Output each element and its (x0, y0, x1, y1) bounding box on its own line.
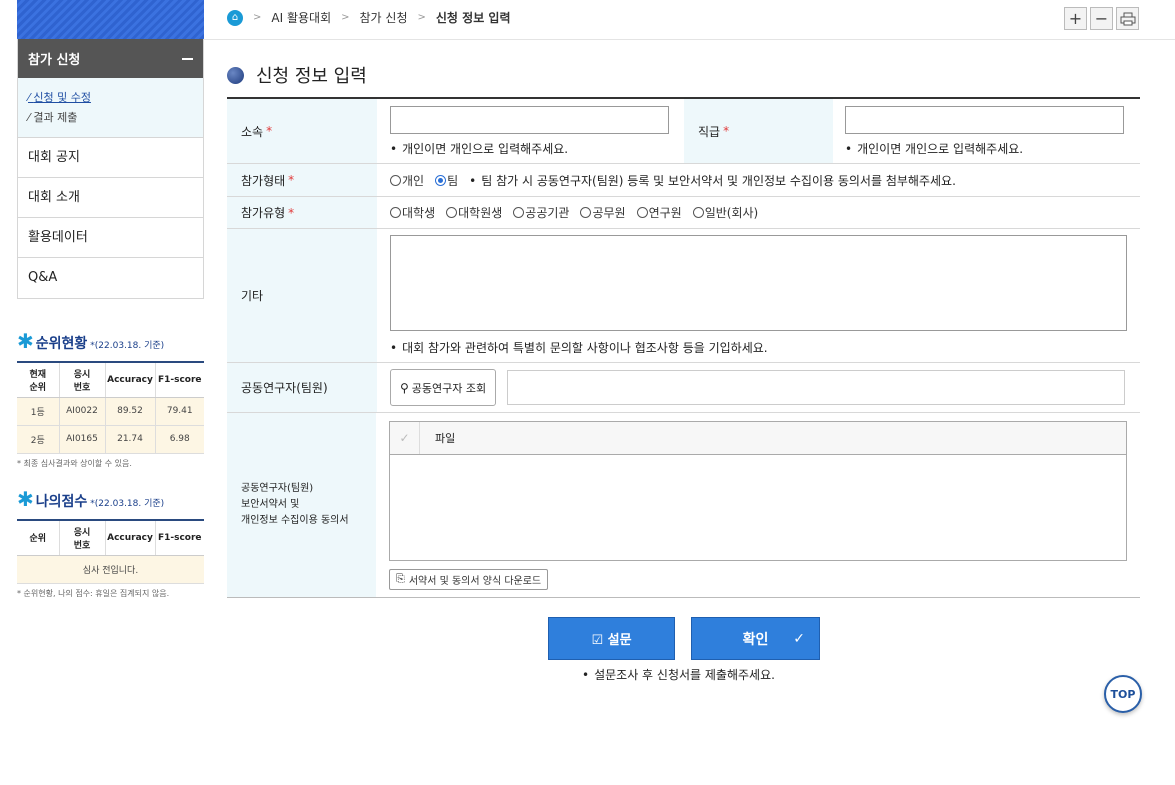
file-drop-area[interactable] (390, 455, 1126, 560)
label-consent: 공동연구자(팀원) 보안서약서 및 개인정보 수집이용 동의서 (227, 413, 376, 597)
sidebar-item-data[interactable]: 활용데이터 (18, 218, 203, 258)
sidebar-submenu: ⁄ 신청 및 수정 ⁄ 결과 제출 (18, 78, 203, 138)
radio-general[interactable]: 일반(회사) (692, 204, 758, 221)
asterisk-icon: ✱ (17, 329, 34, 353)
asterisk-icon: ✱ (17, 487, 34, 511)
myscore-table: 순위 응시 번호 Accuracy F1-score 심사 전입니다. (17, 519, 204, 584)
col-number: 응시 번호 (58, 519, 105, 556)
breadcrumb-current: 신청 정보 입력 (435, 11, 511, 25)
sidebar-item-qna[interactable]: Q&A (18, 258, 203, 298)
myscore-title: ✱ 나의점수 *(22.03.18. 기준) (17, 487, 165, 511)
label-coresearcher: 공동연구자(팀원) (227, 363, 377, 412)
label-etc: 기타 (227, 229, 377, 362)
row-category: 참가유형 * 대학생 대학원생 공공기관 공무원 연구원 일반(회사) (227, 197, 1140, 229)
row-consent: 공동연구자(팀원) 보안서약서 및 개인정보 수집이용 동의서 ✓ 파일 ⎘ 서… (227, 413, 1140, 598)
col-rank: 현재 순위 (17, 361, 59, 398)
col-rank: 순위 (17, 519, 59, 556)
print-icon (1120, 12, 1135, 25)
affiliation-input[interactable] (390, 105, 669, 134)
position-hint: 개인이면 개인으로 입력해주세요. (845, 140, 1023, 157)
affiliation-hint: 개인이면 개인으로 입력해주세요. (390, 140, 568, 157)
participation-hint: 팀 참가 시 공동연구자(팀원) 등록 및 보안서약서 및 개인정보 수집이용 … (469, 172, 956, 189)
document-icon: ⎘ (396, 572, 405, 585)
submit-hint: 설문조사 후 신청서를 제출해주세요. (582, 666, 775, 683)
ranking-title: ✱ 순위현황 *(22.03.18. 기준) (17, 329, 165, 353)
etc-textarea[interactable] (390, 235, 1127, 331)
table-row: 1등 AI0022 89.52 79.41 (17, 397, 204, 426)
file-column-header: 파일 (435, 431, 456, 445)
label-participation-type: 참가형태 * (227, 164, 377, 196)
table-row: 2등 AI0165 21.74 6.98 (17, 425, 204, 454)
file-list[interactable]: ✓ 파일 (389, 420, 1127, 561)
application-form: 소속* 개인이면 개인으로 입력해주세요. 직급* 개인이면 개인으로 입력해주… (227, 97, 1140, 598)
col-accuracy: Accuracy (104, 361, 155, 398)
zoom-out-button[interactable]: − (1090, 7, 1113, 30)
breadcrumb-item[interactable]: AI 활용대회 (271, 9, 331, 26)
radio-public-org[interactable]: 공공기관 (513, 204, 569, 221)
label-affiliation: 소속 * (227, 99, 377, 163)
radio-civil-servant[interactable]: 공무원 (580, 204, 626, 221)
home-icon[interactable]: ⌂ (227, 9, 243, 26)
myscore-note: * 순위현황, 나의 점수: 휴일은 집계되지 않음. (17, 589, 170, 598)
radio-researcher[interactable]: 연구원 (636, 204, 682, 221)
row-coresearcher: 공동연구자(팀원) ⚲ 공동연구자 조회 (227, 363, 1140, 413)
col-f1: F1-score (154, 361, 204, 398)
radio-grad[interactable]: 대학원생 (446, 204, 502, 221)
ranking-note: * 최종 심사결과와 상이할 수 있음. (17, 459, 132, 468)
row-affiliation: 소속* 개인이면 개인으로 입력해주세요. 직급* 개인이면 개인으로 입력해주… (227, 99, 1140, 164)
sidebar-banner (17, 0, 204, 39)
radio-undergrad[interactable]: 대학생 (390, 204, 435, 221)
col-accuracy: Accuracy (104, 519, 155, 556)
table-row: 심사 전입니다. (17, 555, 204, 584)
label-position: 직급 * (684, 99, 833, 163)
coresearcher-search-button[interactable]: ⚲ 공동연구자 조회 (390, 369, 497, 406)
position-input[interactable] (845, 105, 1124, 134)
check-icon: ✓ (793, 630, 805, 647)
radio-individual[interactable]: 개인 (390, 172, 424, 189)
breadcrumb-item[interactable]: 참가 신청 (360, 9, 408, 26)
etc-hint: 대회 참가와 관련하여 특별히 문의할 사항이나 협조사항 등을 기입하세요. (390, 339, 768, 356)
sidebar-section-header[interactable]: 참가 신청 (18, 39, 203, 78)
col-number: 응시 번호 (58, 361, 105, 398)
check-icon[interactable]: ✓ (390, 421, 420, 454)
submenu-apply-edit[interactable]: ⁄ 신청 및 수정 (28, 88, 193, 108)
breadcrumb: ⌂ > AI 활용대회 > 참가 신청 > 신청 정보 입력 (227, 9, 511, 26)
download-forms-button[interactable]: ⎘ 서약서 및 동의서 양식 다운로드 (389, 568, 549, 590)
ranking-table: 현재 순위 응시 번호 Accuracy F1-score 1등 AI0022 89… (17, 361, 204, 454)
label-category: 참가유형 * (227, 197, 377, 228)
col-f1: F1-score (154, 519, 204, 556)
sidebar-menu: 참가 신청 ⁄ 신청 및 수정 ⁄ 결과 제출 대회 공지 대회 소개 활용데이… (17, 39, 204, 299)
survey-button[interactable]: ☑ 설문 (548, 617, 675, 660)
radio-team[interactable]: 팀 (435, 172, 458, 189)
row-participation-type: 참가형태* 개인 팀 팀 참가 시 공동연구자(팀원) 등록 및 보안서약서 및… (227, 164, 1140, 197)
collapse-icon[interactable] (182, 57, 193, 60)
sidebar-item-notice[interactable]: 대회 공지 (18, 138, 203, 178)
submenu-submit-result[interactable]: ⁄ 결과 제출 (28, 108, 193, 128)
zoom-in-button[interactable]: + (1064, 7, 1087, 30)
search-icon: ⚲ (400, 380, 409, 395)
bullet-icon (227, 66, 244, 84)
coresearcher-field[interactable] (507, 370, 1126, 405)
top-bar: ⌂ > AI 활용대회 > 참가 신청 > 신청 정보 입력 + − (204, 0, 1175, 40)
row-etc: 기타 대회 참가와 관련하여 특별히 문의할 사항이나 협조사항 등을 기입하세… (227, 229, 1140, 363)
page-tools: + − (1064, 7, 1139, 30)
page-title: 신청 정보 입력 (227, 62, 367, 88)
empty-message: 심사 전입니다. (17, 555, 204, 584)
sidebar-item-intro[interactable]: 대회 소개 (18, 178, 203, 218)
confirm-button[interactable]: 확인 ✓ (691, 617, 820, 660)
scroll-top-button[interactable]: TOP (1104, 675, 1142, 713)
print-button[interactable] (1116, 7, 1139, 30)
sidebar-section-title: 참가 신청 (28, 53, 81, 68)
